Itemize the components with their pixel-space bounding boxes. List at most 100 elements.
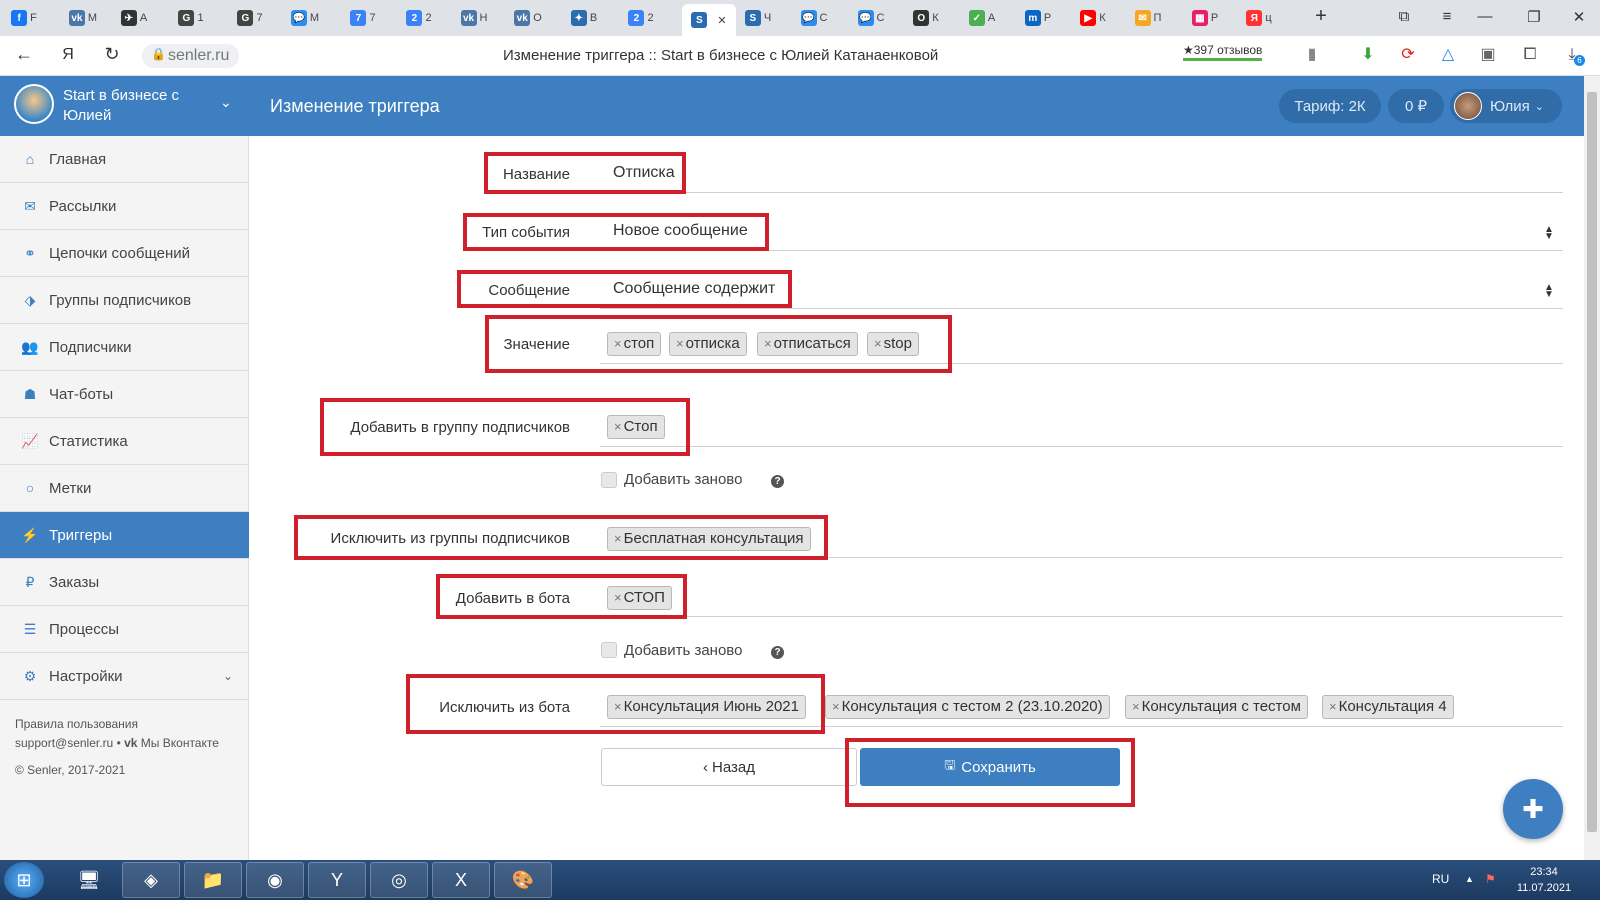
browser-tab[interactable]: 77 (347, 4, 379, 32)
sync-ext-icon[interactable]: ⟳ (1398, 45, 1418, 65)
sidebar-item[interactable]: ☗ Чат-боты (0, 371, 249, 418)
yandex-icon[interactable]: Я (56, 46, 80, 64)
name-underline (600, 192, 1563, 193)
computer-icon[interactable]: 🖥 (60, 862, 118, 898)
folder-icon[interactable]: 📁 (184, 862, 242, 898)
support-email[interactable]: support@senler.ru • (15, 736, 124, 750)
browser-tab[interactable]: mР (1022, 4, 1054, 32)
readd-group-checkbox[interactable] (601, 472, 617, 488)
group-switcher[interactable]: Start в бизнесе с Юлией ⌄ (0, 76, 249, 136)
highlight-box (485, 315, 952, 373)
user-avatar (1454, 92, 1482, 120)
tab-title: С (819, 12, 828, 24)
close-tab-icon[interactable]: ✕ (717, 14, 726, 27)
tab-favicon-icon: 💬 (290, 10, 307, 26)
tab-favicon-icon: ✦ (570, 10, 587, 26)
nox-icon[interactable]: ◈ (122, 862, 180, 898)
vk-link[interactable]: Мы Вконтакте (141, 736, 219, 750)
browser-tab[interactable]: Яц (1243, 4, 1275, 32)
address-bar: ← Я ↻ 🔒 senler.ru Изменение триггера :: … (0, 36, 1600, 76)
tariff-badge[interactable]: Тариф: 2К (1279, 89, 1381, 123)
browser-tab[interactable]: 22 (403, 4, 435, 32)
sidebar-item[interactable]: 👥 Подписчики (0, 324, 249, 371)
browser-tab[interactable]: 💬 С (855, 4, 887, 32)
minimize-icon[interactable]: — (1473, 8, 1497, 25)
scrollbar-thumb[interactable] (1587, 92, 1597, 832)
tag-label: Консультация с тестом 2 (23.10.2020) (841, 698, 1103, 715)
browser-tab[interactable]: ✈ А (118, 4, 150, 32)
readd-bot-checkbox[interactable] (601, 642, 617, 658)
select-arrows-icon[interactable]: ▲ ▼ (1544, 225, 1554, 242)
browser-tab[interactable]: OК (910, 4, 942, 32)
sidebar-item[interactable]: ⬗ Группы подписчиков (0, 277, 249, 324)
browser-tab[interactable]: S ✕ (682, 4, 736, 36)
yandex-browser-icon[interactable]: Y (308, 862, 366, 898)
reviews-badge[interactable]: ★397 отзывов (1183, 43, 1263, 61)
paint-icon[interactable]: 🎨 (494, 862, 552, 898)
bookmarks-icon[interactable]: ⧉ (1392, 8, 1416, 25)
photo-app-icon[interactable]: ◎ (370, 862, 428, 898)
browser-tab[interactable]: SЧ (742, 4, 774, 32)
browser-tab[interactable]: G7 (234, 4, 266, 32)
browser-tab[interactable]: G1 (175, 4, 207, 32)
gallery-ext-icon[interactable]: ▣ (1478, 45, 1498, 65)
sidebar-item[interactable]: 📈 Статистика (0, 418, 249, 465)
remove-tag-icon[interactable]: × (832, 699, 840, 714)
browser-tab[interactable]: ✓ А (966, 4, 998, 32)
tray-arrow-icon[interactable]: ▲ (1465, 874, 1474, 884)
remove-tag-icon[interactable]: × (1132, 699, 1140, 714)
downloads-icon[interactable]: ⤓ 6 (1562, 45, 1585, 66)
reload-icon[interactable]: ↻ (100, 44, 124, 65)
puzzle-ext-icon[interactable]: ⧠ (1520, 45, 1540, 65)
help-icon[interactable]: ? (771, 475, 784, 488)
remove-tag-icon[interactable]: × (1329, 699, 1337, 714)
sidebar-item[interactable]: ⚭ Цепочки сообщений (0, 230, 249, 277)
clock[interactable]: 23:34 11.07.2021 (1504, 864, 1584, 896)
sidebar-item[interactable]: ₽ Заказы (0, 559, 249, 606)
triangle-ext-icon[interactable]: △ (1438, 45, 1458, 65)
back-button[interactable]: ‹ Назад (601, 748, 857, 786)
chrome-icon[interactable]: ◉ (246, 862, 304, 898)
close-window-icon[interactable]: ✕ (1567, 8, 1591, 26)
sidebar-item[interactable]: ○ Метки (0, 465, 249, 512)
menu-icon[interactable]: ≡ (1435, 8, 1459, 25)
browser-tab[interactable]: ▶ К (1077, 4, 1109, 32)
browser-tab[interactable]: 💬 С (798, 4, 830, 32)
bookmark-icon[interactable]: ▮ (1302, 45, 1322, 65)
sidebar-item[interactable]: ⚡ Триггеры (0, 512, 249, 559)
highlight-box (320, 398, 690, 456)
user-menu[interactable]: Юлия ⌄ (1450, 89, 1562, 123)
restore-icon[interactable]: ❐ (1522, 8, 1546, 26)
excel-icon[interactable]: X (432, 862, 490, 898)
sidebar-item[interactable]: ⌂ Главная (0, 136, 249, 183)
browser-tab[interactable]: vk О (512, 4, 544, 32)
browser-tab[interactable]: 22 (625, 4, 657, 32)
sidebar-item[interactable]: ☰ Процессы (0, 606, 249, 653)
chat-plus-button[interactable]: ✚ (1503, 779, 1563, 839)
browser-tab[interactable]: ▦ Р (1189, 4, 1221, 32)
back-arrow-icon[interactable]: ← (12, 44, 36, 65)
url-field[interactable]: 🔒 senler.ru (142, 44, 240, 68)
start-button[interactable]: ⊞ (4, 862, 44, 898)
select-arrows-icon[interactable]: ▲ ▼ (1544, 283, 1554, 300)
tray-app-icon[interactable]: ⚑ (1485, 872, 1496, 886)
browser-tab[interactable]: vk Н (458, 4, 490, 32)
tab-title: 1 (197, 12, 204, 24)
language-indicator[interactable]: RU (1432, 872, 1449, 886)
rules-link[interactable]: Правила пользования (15, 717, 138, 731)
balance-badge[interactable]: 0 ₽ (1388, 89, 1444, 123)
browser-tab[interactable]: ✦ В (568, 4, 600, 32)
sidebar-item[interactable]: ✉ Рассылки (0, 183, 249, 230)
new-tab-button[interactable]: + (1309, 5, 1333, 28)
browser-tab[interactable]: ✉ П (1132, 4, 1164, 32)
browser-tab[interactable]: vk М (67, 4, 99, 32)
lock-icon: 🔒 (151, 47, 166, 61)
browser-tab[interactable]: 💬 М (289, 4, 321, 32)
browser-tab[interactable]: fF (8, 4, 40, 32)
tab-favicon-icon: vk (68, 10, 85, 26)
sidebar-item[interactable]: ⚙ Настройки ⌄ (0, 653, 249, 700)
download-ext-icon[interactable]: ⬇ (1358, 45, 1378, 65)
bolt-icon: ⚡ (21, 526, 39, 543)
help-icon[interactable]: ? (771, 646, 784, 659)
message-underline (600, 308, 1563, 309)
